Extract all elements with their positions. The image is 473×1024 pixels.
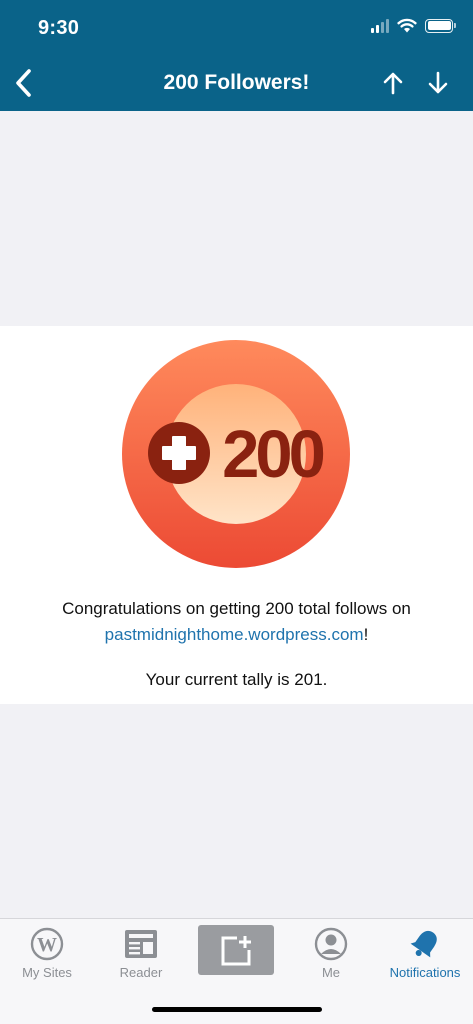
bell-icon <box>410 930 437 958</box>
tab-label-my-sites: My Sites <box>22 965 72 980</box>
status-icons <box>371 18 456 33</box>
person-icon <box>314 927 348 961</box>
tab-me[interactable]: Me <box>284 919 378 989</box>
wifi-icon <box>397 18 417 33</box>
navigation-bar: 9:30 200 Followers! <box>0 0 473 111</box>
back-button[interactable] <box>6 64 40 102</box>
arrow-down-icon <box>428 71 448 94</box>
plus-circle-icon <box>148 422 210 484</box>
cellular-signal-icon <box>371 18 389 33</box>
previous-notification-button[interactable] <box>376 66 410 100</box>
new-post-icon <box>221 936 251 966</box>
home-indicator[interactable] <box>152 1007 322 1012</box>
congratulations-message: Congratulations on getting 200 total fol… <box>10 596 463 648</box>
followers-badge: 200 <box>122 340 350 568</box>
congrats-suffix: ! <box>363 625 369 644</box>
congrats-text: Congratulations on getting 200 total fol… <box>62 599 411 618</box>
chevron-left-icon <box>16 69 31 97</box>
current-tally: Your current tally is 201. <box>145 670 328 689</box>
arrow-up-icon <box>383 72 403 95</box>
tab-label-me: Me <box>321 965 341 980</box>
site-link[interactable]: pastmidnighthome.wordpress.com <box>105 625 364 644</box>
tab-reader[interactable]: Reader <box>94 919 188 989</box>
wordpress-icon: W <box>30 927 64 961</box>
notification-card: 200 Congratulations on getting 200 total… <box>0 326 473 704</box>
svg-text:W: W <box>37 934 57 956</box>
battery-icon <box>425 18 456 33</box>
tab-my-sites[interactable]: W My Sites <box>0 919 94 989</box>
reader-icon <box>125 930 157 958</box>
tab-label-reader: Reader <box>119 965 163 980</box>
badge-count: 200 <box>222 417 324 492</box>
tab-notifications[interactable]: Notifications <box>378 919 472 989</box>
tab-label-notifications: Notifications <box>389 965 461 980</box>
new-post-button[interactable] <box>198 925 274 975</box>
next-notification-button[interactable] <box>421 66 455 100</box>
status-time: 9:30 <box>38 17 80 39</box>
